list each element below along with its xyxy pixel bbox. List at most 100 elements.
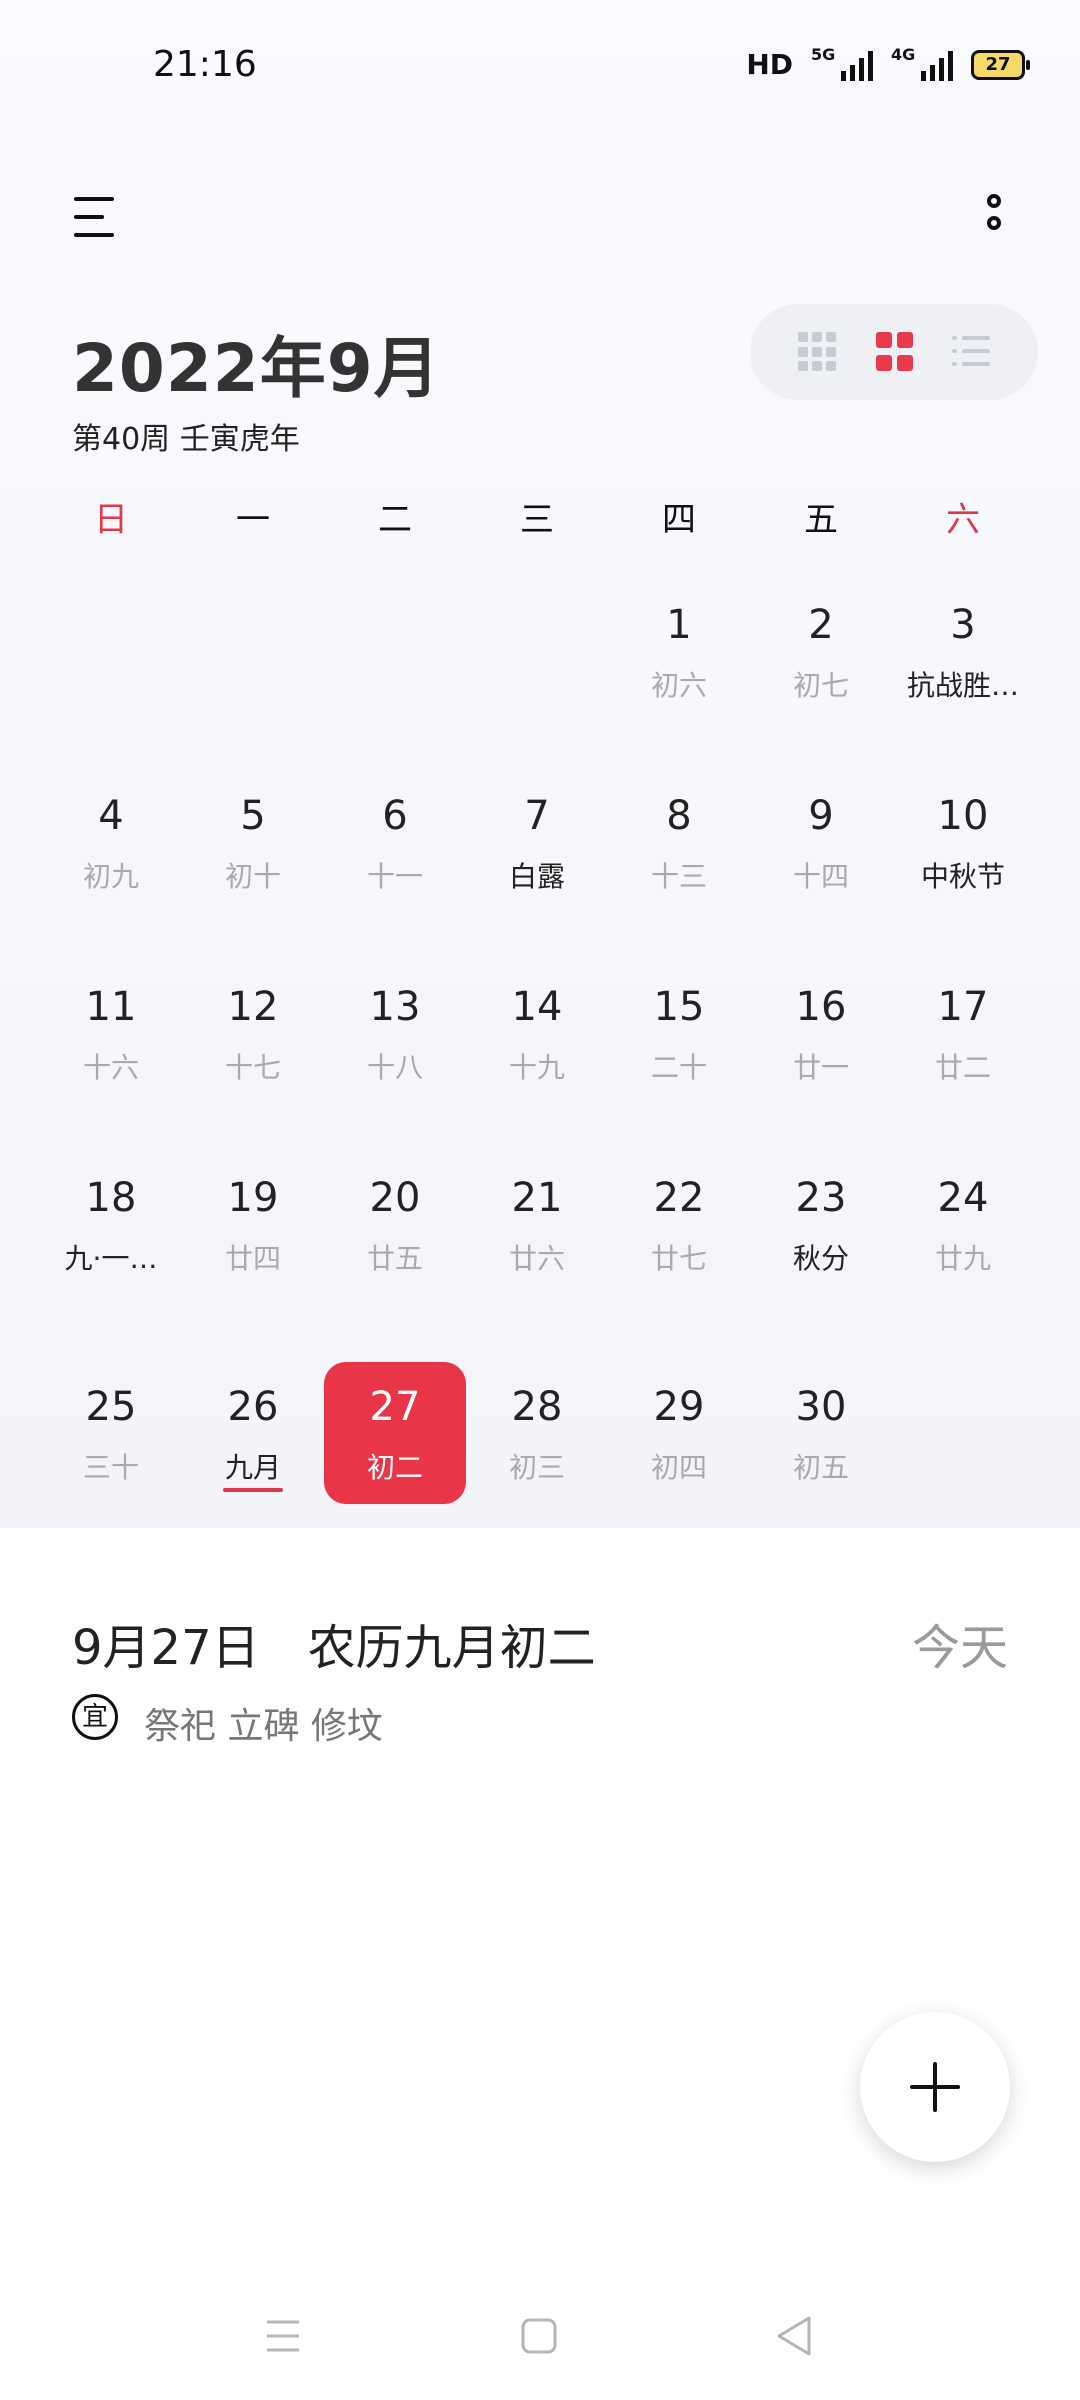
day-cell[interactable]: 30 初五	[750, 1362, 892, 1504]
day-cell[interactable]: 24 廿九	[892, 1153, 1034, 1295]
day-number: 8	[666, 793, 692, 839]
lunar-label: 廿九	[934, 1242, 991, 1275]
weekday-thu: 四	[662, 500, 696, 540]
more-options-icon[interactable]	[983, 194, 1013, 244]
lunar-label: 初三	[508, 1451, 565, 1484]
weekday-tue: 二	[378, 500, 412, 540]
day-cell[interactable]: 21 廿六	[466, 1153, 608, 1295]
lunar-label: 秋分	[792, 1242, 849, 1275]
day-cell[interactable]: 9 十四	[750, 771, 892, 913]
day-cell[interactable]: 18 九·一…	[40, 1153, 182, 1295]
day-cell[interactable]: 8 十三	[608, 771, 750, 913]
weekday-header: 日 一 二 三 四 五 六	[0, 492, 1080, 542]
day-number: 20	[369, 1175, 421, 1221]
day-number: 6	[382, 793, 408, 839]
lunar-label: 十七	[224, 1051, 281, 1084]
day-number: 1	[666, 602, 692, 648]
lunar-label: 初五	[792, 1451, 849, 1484]
selected-date-detail: 9月27日 农历九月初二	[72, 1620, 596, 1676]
day-cell[interactable]: 25 三十	[40, 1362, 182, 1504]
yi-badge: 宜	[72, 1694, 118, 1740]
day-cell[interactable]: 22 廿七	[608, 1153, 750, 1295]
lunar-label: 廿四	[224, 1242, 281, 1275]
day-number: 4	[98, 793, 124, 839]
day-number: 21	[511, 1175, 563, 1221]
list-view-icon[interactable]	[952, 332, 992, 372]
lunar-label: 中秋节	[920, 860, 1005, 893]
lunar-label: 初九	[82, 860, 139, 893]
day-cell[interactable]: 12 十七	[182, 962, 324, 1104]
day-number: 28	[511, 1384, 563, 1430]
day-cell[interactable]: 19 廿四	[182, 1153, 324, 1295]
menu-icon[interactable]	[74, 195, 114, 239]
day-cell[interactable]: 4 初九	[40, 771, 182, 913]
weekday-mon: 一	[236, 500, 270, 540]
hd-label: HD	[746, 48, 793, 81]
day-number: 29	[653, 1384, 705, 1430]
day-cell[interactable]: 26 九月	[182, 1362, 324, 1504]
lunar-label: 廿七	[650, 1242, 707, 1275]
day-cell[interactable]: 20 廿五	[324, 1153, 466, 1295]
signal-4g-icon: 4G	[891, 45, 953, 81]
day-number: 18	[85, 1175, 137, 1221]
back-icon[interactable]	[765, 2306, 825, 2366]
lunar-label: 初二	[366, 1451, 423, 1484]
weekday-sun: 日	[94, 500, 128, 540]
add-event-button[interactable]	[860, 2012, 1010, 2162]
day-number: 9	[808, 793, 834, 839]
day-cell-selected[interactable]: 27 初二	[324, 1362, 466, 1504]
auspicious-activities: 祭祀 立碑 修坟	[144, 1706, 383, 1747]
day-cell[interactable]: 28 初三	[466, 1362, 608, 1504]
view-mode-toggle	[750, 304, 1038, 400]
lunar-label: 初六	[650, 669, 707, 702]
lunar-label: 十八	[366, 1051, 423, 1084]
weekday-fri: 五	[804, 500, 838, 540]
month-title[interactable]: 2022年9月	[72, 315, 441, 411]
lunar-label: 三十	[82, 1451, 139, 1484]
lunar-label: 十六	[82, 1051, 139, 1084]
home-icon[interactable]	[509, 2306, 569, 2366]
lunar-label: 廿二	[934, 1051, 991, 1084]
day-number: 27	[369, 1384, 421, 1430]
day-cell[interactable]: 6 十一	[324, 771, 466, 913]
lunar-label: 初七	[792, 669, 849, 702]
day-cell[interactable]: 23 秋分	[750, 1153, 892, 1295]
lunar-label: 十九	[508, 1051, 565, 1084]
day-number: 17	[937, 984, 989, 1030]
day-cell[interactable]: 1 初六	[608, 580, 750, 722]
day-number: 7	[524, 793, 550, 839]
lunar-label: 白露	[508, 860, 565, 893]
day-number: 3	[950, 602, 976, 648]
day-cell[interactable]: 16 廿一	[750, 962, 892, 1104]
day-cell[interactable]: 14 十九	[466, 962, 608, 1104]
year-view-icon[interactable]	[798, 332, 838, 372]
day-number: 15	[653, 984, 705, 1030]
day-number: 11	[85, 984, 137, 1030]
lunar-label: 廿一	[792, 1051, 849, 1084]
signal-5g-icon: 5G	[811, 45, 873, 81]
day-cell[interactable]: 7 白露	[466, 771, 608, 913]
day-cell[interactable]: 17 廿二	[892, 962, 1034, 1104]
day-cell[interactable]: 29 初四	[608, 1362, 750, 1504]
recent-apps-icon[interactable]	[253, 2306, 313, 2366]
day-number: 14	[511, 984, 563, 1030]
day-cell[interactable]: 10 中秋节	[892, 771, 1034, 913]
lunar-label: 抗战胜…	[906, 669, 1019, 702]
lunar-label: 廿六	[508, 1242, 565, 1275]
day-cell[interactable]: 5 初十	[182, 771, 324, 913]
month-view-icon[interactable]	[876, 332, 916, 372]
day-cell[interactable]: 3 抗战胜…	[892, 580, 1034, 722]
lunar-label: 十一	[366, 860, 423, 893]
day-cell[interactable]: 13 十八	[324, 962, 466, 1104]
day-cell[interactable]: 15 二十	[608, 962, 750, 1104]
day-cell[interactable]: 11 十六	[40, 962, 182, 1104]
day-cell[interactable]: 2 初七	[750, 580, 892, 722]
status-time: 21:16	[153, 44, 257, 85]
day-number: 19	[227, 1175, 279, 1221]
weekday-wed: 三	[520, 500, 554, 540]
today-button[interactable]: 今天	[912, 1608, 1008, 1678]
lunar-label: 廿五	[366, 1242, 423, 1275]
day-number: 16	[795, 984, 847, 1030]
day-number: 5	[240, 793, 266, 839]
status-bar: 21:16 HD 5G 4G 27	[0, 0, 1080, 140]
